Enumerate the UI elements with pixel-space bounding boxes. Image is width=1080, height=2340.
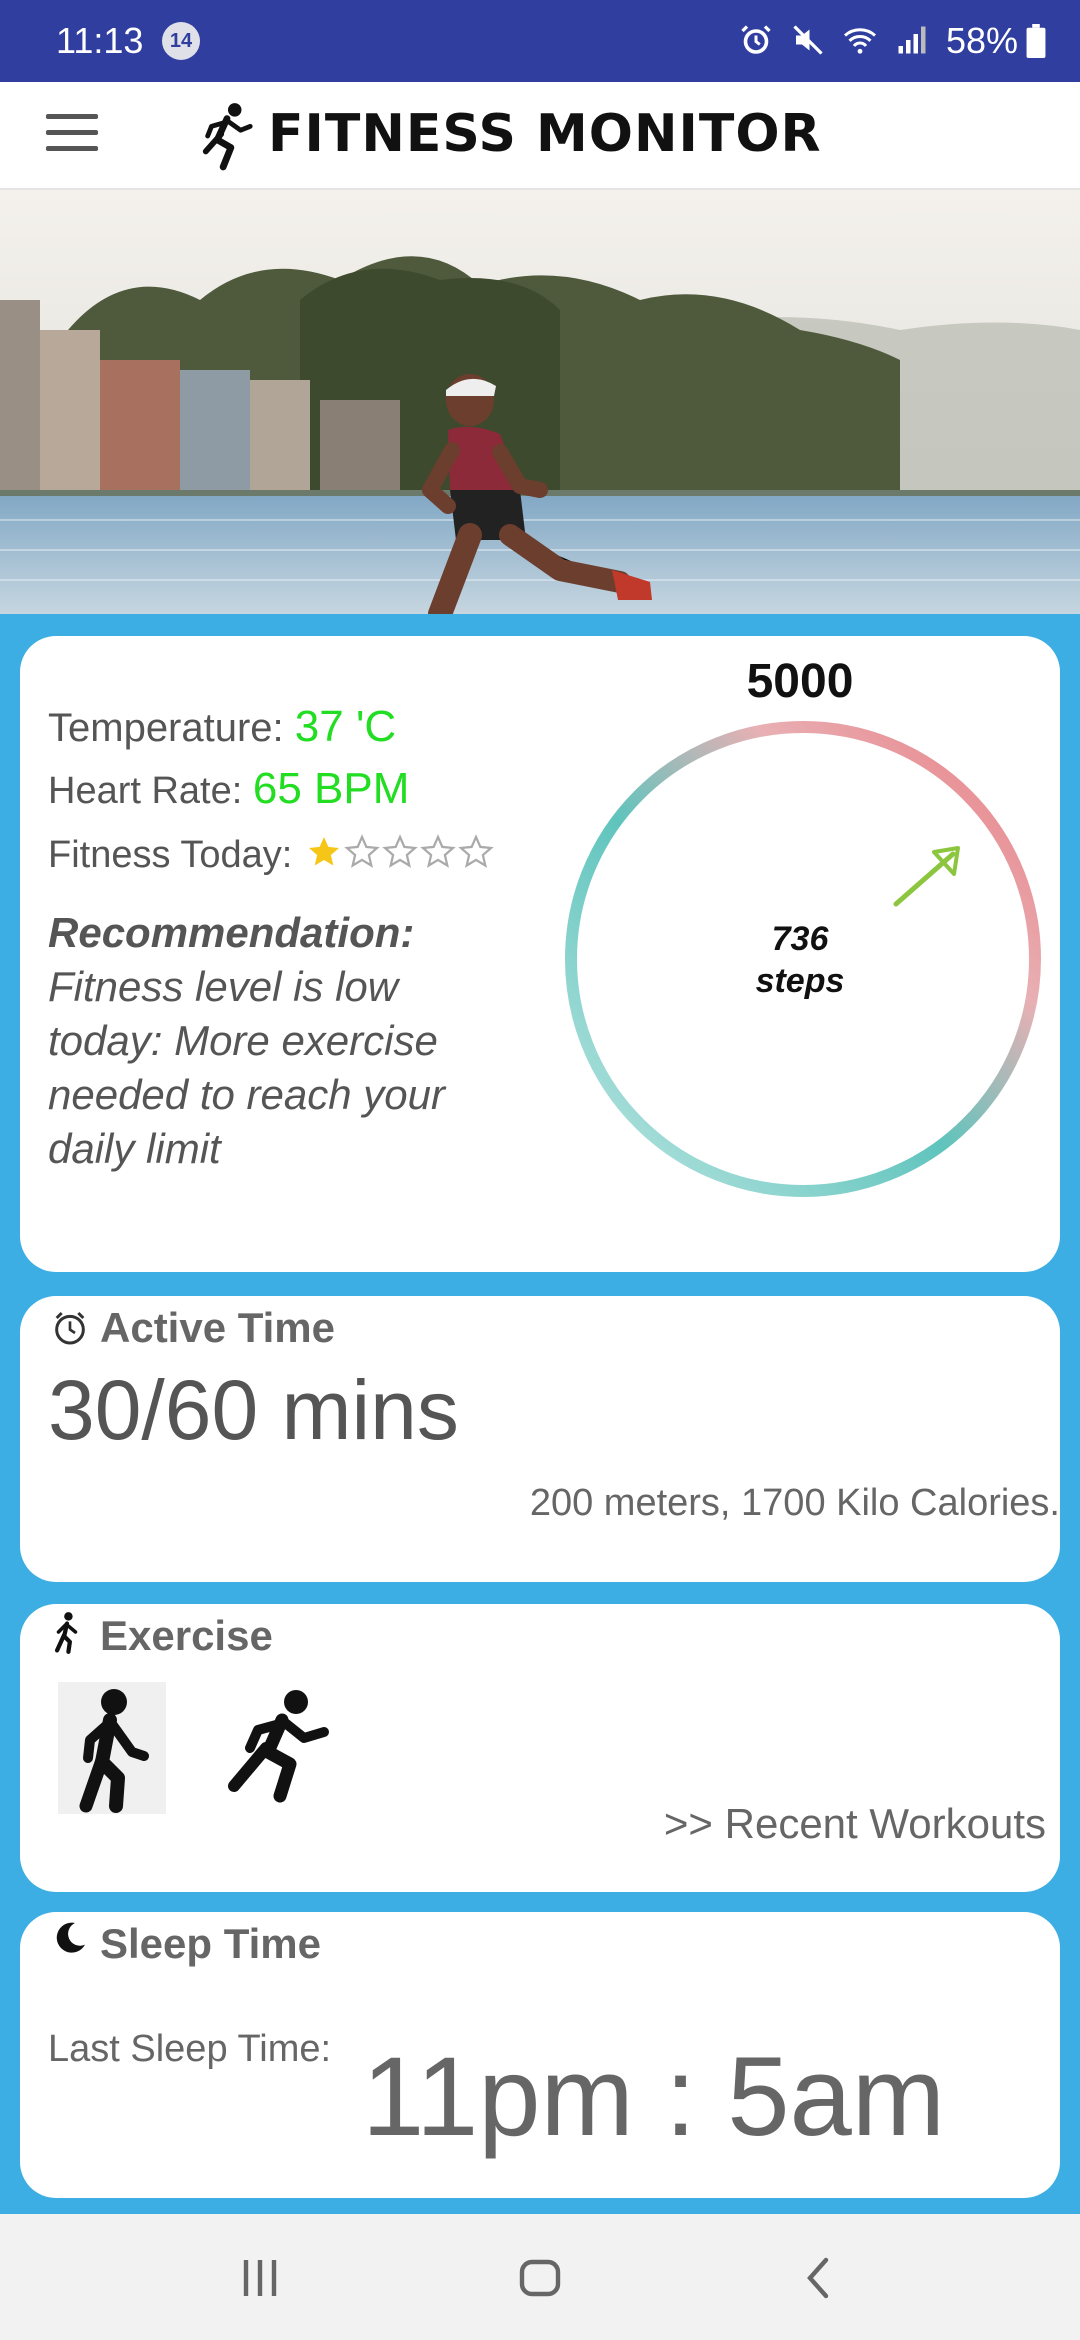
home-icon: [519, 2259, 561, 2297]
temperature-value: 37 'C: [294, 702, 397, 751]
active-time-value: 30/60 mins: [48, 1363, 459, 1457]
mute-icon: [793, 25, 823, 55]
battery-icon: [1026, 24, 1046, 58]
runner-icon: [202, 103, 253, 171]
recent-apps-button[interactable]: [230, 2248, 290, 2308]
status-bar: 11:13 14 58%: [0, 0, 1080, 82]
sleep-time-title: Sleep Time: [100, 1920, 321, 1967]
back-button[interactable]: [790, 2248, 850, 2308]
active-time-card[interactable]: Active Time 30/60 mins 200 meters, 1700 …: [20, 1296, 1060, 1582]
last-sleep-label: Last Sleep Time:: [48, 2028, 332, 2070]
steps-count: 736 steps: [540, 918, 1060, 1002]
notification-count-badge: 14: [162, 22, 200, 60]
steps-unit: steps: [755, 962, 845, 1000]
running-icon[interactable]: [216, 1686, 334, 1810]
recommendation: Recommendation: Fitness level is low tod…: [48, 906, 518, 1176]
heart-rate-value: 65 BPM: [252, 764, 410, 813]
walking-icon[interactable]: [58, 1682, 166, 1814]
heart-rate-row: Heart Rate: 65 BPM: [48, 764, 409, 814]
alarm-clock-icon: [55, 1311, 85, 1345]
temperature-row: Temperature: 37 'C: [48, 702, 396, 752]
recent-apps-icon: [243, 2260, 277, 2296]
runner-by-water-photo: [0, 190, 1080, 614]
hamburger-menu-icon[interactable]: [46, 114, 98, 158]
steps-progress-ring: 5000 736 steps: [540, 654, 1060, 1254]
hero-image: [0, 190, 1080, 614]
battery-percent: 58%: [945, 20, 1018, 61]
sleep-time-card[interactable]: Sleep Time Last Sleep Time: 11pm : 5am: [20, 1912, 1060, 2198]
last-sleep-value: 11pm : 5am: [362, 2034, 946, 2159]
wifi-icon: [844, 28, 876, 54]
crescent-moon-icon: [56, 1922, 85, 1953]
app-bar: FITNESS MONITOR: [0, 82, 1080, 190]
walking-person-icon: [54, 1612, 78, 1654]
status-time: 11:13: [56, 20, 144, 61]
steps-goal: 5000: [746, 655, 854, 708]
star-empty-icon: [382, 834, 418, 868]
app-title: FITNESS MONITOR: [268, 104, 822, 164]
signal-icon: [898, 26, 926, 54]
home-button[interactable]: [510, 2248, 570, 2308]
exercise-card: Exercise >> Recent Workouts: [20, 1604, 1060, 1892]
exercise-title: Exercise: [100, 1612, 273, 1659]
recommendation-text: Fitness level is low today: More exercis…: [48, 963, 445, 1172]
fitness-rating: [306, 834, 494, 870]
heart-rate-label: Heart Rate:: [48, 770, 243, 812]
fitness-today-label: Fitness Today:: [48, 834, 293, 876]
back-icon: [807, 2257, 829, 2299]
alarm-icon: [741, 25, 771, 54]
recommendation-title: Recommendation:: [48, 909, 415, 956]
recent-workouts-link[interactable]: >> Recent Workouts: [664, 1800, 1046, 1848]
temperature-label: Temperature:: [48, 706, 284, 750]
star-filled-icon: [309, 837, 339, 866]
dashboard-content: Temperature: 37 'C Heart Rate: 65 BPM Fi…: [0, 614, 1080, 2214]
star-empty-icon: [420, 834, 456, 868]
steps-value: 736: [771, 920, 829, 958]
system-nav-bar: [0, 2214, 1080, 2340]
progress-arrow-icon: [893, 846, 960, 907]
active-time-title: Active Time: [100, 1304, 335, 1351]
active-time-details: 200 meters, 1700 Kilo Calories.: [529, 1482, 1060, 1524]
star-empty-icon: [458, 834, 494, 868]
star-empty-icon: [344, 834, 380, 868]
summary-card: Temperature: 37 'C Heart Rate: 65 BPM Fi…: [20, 636, 1060, 1272]
status-icons: [738, 22, 930, 58]
